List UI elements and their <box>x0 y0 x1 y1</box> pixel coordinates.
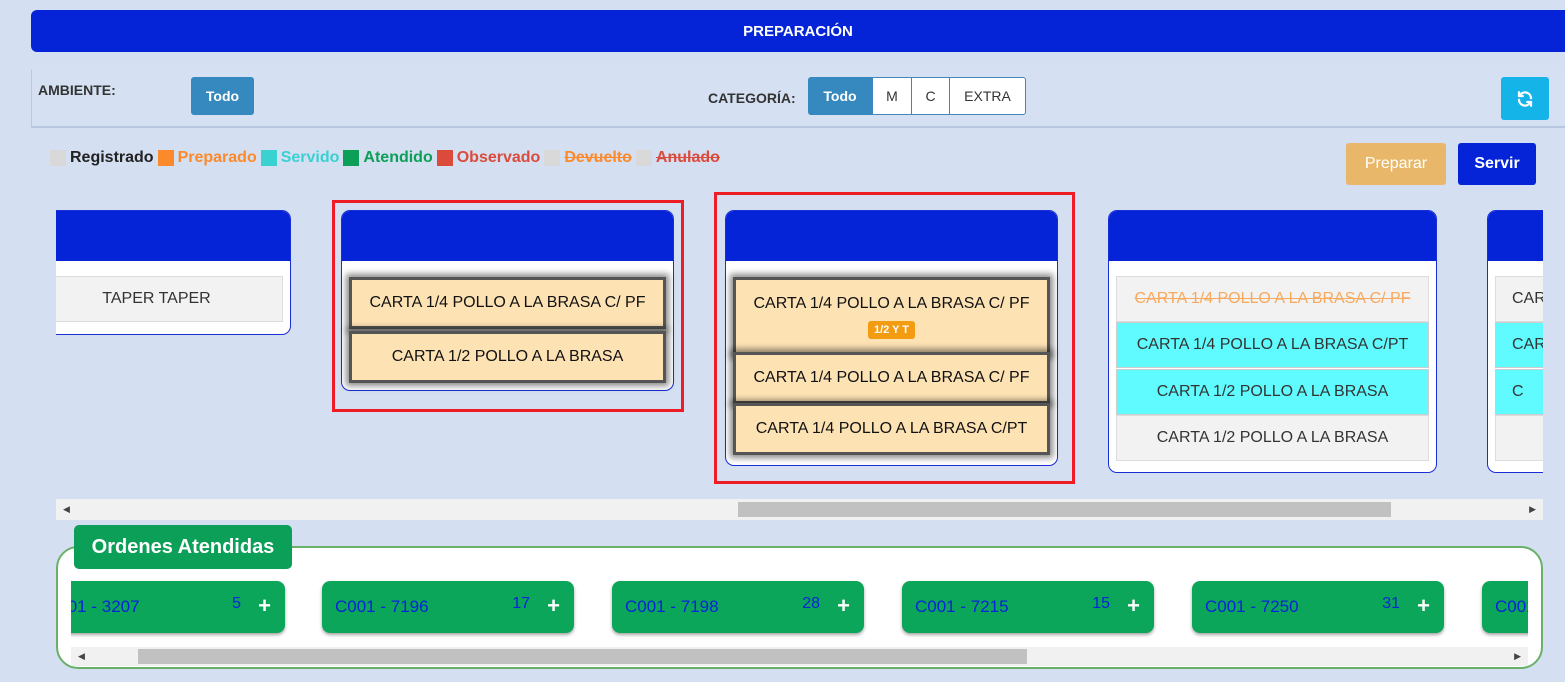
order-item-label: CAR <box>1512 336 1543 353</box>
page-title: PREPARACIÓN <box>31 10 1565 52</box>
legend-swatch <box>343 150 360 166</box>
order-code: C001 <box>1495 597 1528 616</box>
highlight-box <box>714 192 1075 484</box>
legend-swatch <box>544 150 561 166</box>
attended-order-card[interactable]: C001 - 7198 28 + <box>612 581 864 633</box>
order-item-label: CAR <box>1512 290 1543 307</box>
legend-label: Preparado <box>177 149 257 166</box>
preparar-button[interactable]: Preparar <box>1346 143 1446 185</box>
legend-item: Servido <box>260 149 340 167</box>
plus-icon[interactable]: + <box>547 593 560 619</box>
plus-icon[interactable]: + <box>258 593 271 619</box>
order-item-label: C <box>1512 383 1524 400</box>
order-count: 5 <box>232 595 241 612</box>
order-count: 17 <box>512 595 530 612</box>
order-item[interactable]: CAR <box>1495 276 1543 322</box>
legend-swatch <box>260 150 277 166</box>
attended-order-card[interactable]: C001 - 7215 15 + <box>902 581 1154 633</box>
order-item[interactable]: CAR <box>1495 322 1543 368</box>
order-card-header <box>56 211 290 261</box>
plus-icon[interactable]: + <box>1127 593 1140 619</box>
legend-label: Devuelto <box>564 149 632 166</box>
servir-button[interactable]: Servir <box>1458 143 1536 185</box>
legend-item: Atendido <box>343 149 433 167</box>
order-card-header <box>1109 211 1436 261</box>
order-item-label: CARTA 1/2 POLLO A LA BRASA <box>1156 383 1389 400</box>
order-item[interactable]: CARTA 1/2 POLLO A LA BRASA <box>1116 415 1429 461</box>
order-item[interactable]: CARTA 1/4 POLLO A LA BRASA C/ PF <box>1116 276 1429 322</box>
refresh-icon <box>1517 90 1533 107</box>
ambiente-todo-button[interactable]: Todo <box>191 77 254 115</box>
order-code: C001 - 3207 <box>71 597 140 616</box>
legend-item: Preparado <box>157 149 257 167</box>
order-item-label: CARTA 1/4 POLLO A LA BRASA C/ PF <box>1134 290 1411 307</box>
order-item-label: CARTA 1/4 POLLO A LA BRASA C/PT <box>1136 336 1409 353</box>
legend-swatch <box>157 150 174 166</box>
order-item[interactable] <box>1495 415 1543 461</box>
legend-item: Anulado <box>635 149 720 167</box>
legend-label: Servido <box>280 149 340 166</box>
scroll-right-icon[interactable]: ▶ <box>1529 504 1536 515</box>
categoria-todo-button[interactable]: Todo <box>808 77 872 115</box>
order-item[interactable]: CARTA 1/2 POLLO A LA BRASA <box>1116 369 1429 415</box>
legend-swatch <box>436 150 453 166</box>
legend-item: Devuelto <box>544 149 632 167</box>
legend-item: Registrado <box>50 149 154 167</box>
status-legend: Registrado Preparado Servido Atendido Observ… <box>50 147 724 169</box>
filter-panel <box>31 70 1565 128</box>
order-code: C001 - 7250 <box>1205 597 1299 616</box>
legend-label: Registrado <box>70 149 154 166</box>
categoria-m-button[interactable]: M <box>872 77 912 115</box>
refresh-button[interactable] <box>1501 77 1549 120</box>
order-item[interactable]: C <box>1495 369 1543 415</box>
legend-label: Anulado <box>655 149 720 166</box>
order-count: 15 <box>1092 595 1110 612</box>
order-item[interactable]: TAPER TAPER <box>56 276 283 322</box>
legend-swatch <box>635 150 652 166</box>
order-item[interactable]: CARTA 1/4 POLLO A LA BRASA C/PT <box>1116 322 1429 368</box>
attended-order-card[interactable]: C001 - 7196 17 + <box>322 581 574 633</box>
legend-label: Atendido <box>363 149 433 166</box>
order-item-label: TAPER TAPER <box>102 290 211 307</box>
order-count: 31 <box>1382 595 1400 612</box>
attended-order-card[interactable]: C001 - 3207 5 + <box>71 581 285 633</box>
categoria-c-button[interactable]: C <box>911 77 950 115</box>
scroll-right-icon[interactable]: ▶ <box>1514 651 1521 662</box>
categoria-extra-button[interactable]: EXTRA <box>949 77 1026 115</box>
scrollbar-thumb[interactable] <box>138 649 1027 664</box>
categoria-label: CATEGORÍA: <box>708 90 796 106</box>
order-card-header <box>1488 211 1543 261</box>
attended-order-card[interactable]: C001 - 7250 31 + <box>1192 581 1444 633</box>
plus-icon[interactable]: + <box>837 593 850 619</box>
order-code: C001 - 7196 <box>335 597 429 616</box>
legend-item: Observado <box>436 149 541 167</box>
orders-scrollbar[interactable]: ◀ ▶ <box>71 647 1528 666</box>
highlight-box <box>332 200 684 412</box>
order-card: TAPER TAPER <box>56 210 291 335</box>
order-code: C001 - 7198 <box>625 597 719 616</box>
ordenes-atendidas-title: Ordenes Atendidas <box>74 525 292 569</box>
scrollbar-thumb[interactable] <box>738 502 1391 517</box>
order-card: CARTA 1/4 POLLO A LA BRASA C/ PF CARTA 1/… <box>1108 210 1437 473</box>
ambiente-label: AMBIENTE: <box>38 82 116 98</box>
order-card: CAR CAR C <box>1487 210 1543 473</box>
scroll-left-icon[interactable]: ◀ <box>78 651 85 662</box>
legend-swatch <box>50 150 66 166</box>
plus-icon[interactable]: + <box>1417 593 1430 619</box>
legend-label: Observado <box>456 149 541 166</box>
order-count: 28 <box>802 595 820 612</box>
order-item-label: CARTA 1/2 POLLO A LA BRASA <box>1156 429 1389 446</box>
order-code: C001 - 7215 <box>915 597 1009 616</box>
orders-strip: C001 - 3207 5 + C001 - 7196 17 + C001 - 7198 28… <box>71 570 1528 650</box>
attended-order-card[interactable]: C001 <box>1482 581 1528 633</box>
carousel-scrollbar[interactable]: ◀ ▶ <box>56 499 1543 520</box>
scroll-left-icon[interactable]: ◀ <box>63 504 70 515</box>
